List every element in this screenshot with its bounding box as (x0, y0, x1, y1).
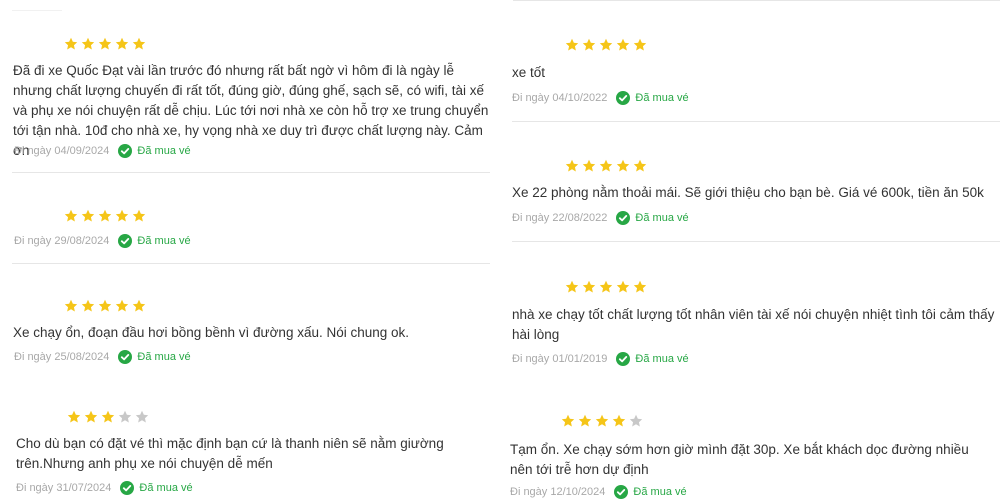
star-icon (81, 209, 95, 223)
star-icon (616, 280, 630, 294)
star-icon (582, 38, 596, 52)
check-circle-icon (118, 350, 133, 364)
star-icon (565, 38, 579, 52)
star-icon (135, 410, 149, 424)
verified-purchase-badge: Đã mua vé (635, 353, 689, 365)
star-icon (64, 37, 78, 51)
trip-date: Đi ngày 01/01/2019 (512, 353, 608, 365)
review-meta: Đi ngày 04/09/2024 Đã mua vé (14, 143, 191, 159)
review-text: nhà xe chạy tốt chất lượng tốt nhân viên… (512, 307, 995, 342)
star-icon (582, 159, 596, 173)
review-meta: Đi ngày 29/08/2024 Đã mua vé (14, 233, 191, 249)
check-circle-icon (118, 144, 133, 158)
star-icon (599, 280, 613, 294)
divider (513, 0, 1000, 1)
divider (12, 263, 490, 264)
trip-date: Đi ngày 25/08/2024 (14, 351, 110, 363)
review-meta: Đi ngày 12/10/2024 Đã mua vé (510, 484, 687, 500)
verified-purchase-badge: Đã mua vé (137, 235, 191, 247)
star-rating (64, 37, 149, 53)
trip-date: Đi ngày 22/08/2022 (512, 212, 608, 224)
star-icon (81, 37, 95, 51)
review-meta: Đi ngày 31/07/2024 Đã mua vé (16, 480, 193, 496)
verified-purchase-badge: Đã mua vé (635, 92, 689, 104)
star-rating (565, 159, 650, 175)
star-icon (616, 38, 630, 52)
check-circle-icon (616, 211, 631, 225)
star-icon (81, 299, 95, 313)
check-circle-icon (614, 485, 629, 499)
check-circle-icon (616, 352, 631, 366)
verified-purchase-badge: Đã mua vé (137, 351, 191, 363)
review-text: xe tốt (512, 65, 546, 80)
star-icon (118, 410, 132, 424)
star-icon (132, 209, 146, 223)
star-icon (101, 410, 115, 424)
star-rating (67, 410, 152, 426)
star-icon (633, 280, 647, 294)
review-text: Xe chạy ổn, đoạn đầu hơi bồng bềnh vì đư… (13, 325, 410, 340)
review-meta: Đi ngày 01/01/2019 Đã mua vé (512, 351, 689, 367)
star-icon (629, 414, 643, 428)
star-icon (115, 299, 129, 313)
check-circle-icon (616, 91, 631, 105)
review-meta: Đi ngày 04/10/2022 Đã mua vé (512, 90, 689, 106)
verified-purchase-badge: Đã mua vé (633, 486, 687, 498)
trip-date: Đi ngày 12/10/2024 (510, 486, 606, 498)
review-meta: Đi ngày 22/08/2022 Đã mua vé (512, 210, 689, 226)
star-icon (612, 414, 626, 428)
check-circle-icon (120, 481, 135, 495)
star-icon (98, 299, 112, 313)
review-text: Cho dù bạn có đặt vé thì mặc định bạn cứ… (16, 436, 444, 471)
star-icon (67, 410, 81, 424)
star-icon (98, 209, 112, 223)
star-icon (582, 280, 596, 294)
star-rating (565, 280, 650, 296)
star-rating (565, 38, 650, 54)
star-icon (64, 299, 78, 313)
review-text: Xe 22 phòng nằm thoải mái. Sẽ giới thiệu… (512, 185, 984, 200)
star-icon (633, 159, 647, 173)
star-icon (64, 209, 78, 223)
star-rating (561, 414, 646, 430)
star-icon (578, 414, 592, 428)
divider (12, 10, 62, 11)
star-icon (115, 209, 129, 223)
divider (12, 172, 490, 173)
star-icon (84, 410, 98, 424)
star-icon (595, 414, 609, 428)
verified-purchase-badge: Đã mua vé (635, 212, 689, 224)
star-icon (633, 38, 647, 52)
verified-purchase-badge: Đã mua vé (139, 482, 193, 494)
star-icon (115, 37, 129, 51)
star-icon (565, 159, 579, 173)
trip-date: Đi ngày 04/10/2022 (512, 92, 608, 104)
divider (512, 241, 1000, 242)
star-icon (599, 38, 613, 52)
review-text: Tạm ổn. Xe chạy sớm hơn giờ mình đặt 30p… (510, 442, 969, 477)
check-circle-icon (118, 234, 133, 248)
trip-date: Đi ngày 31/07/2024 (16, 482, 112, 494)
star-icon (599, 159, 613, 173)
review-meta: Đi ngày 25/08/2024 Đã mua vé (14, 349, 191, 365)
star-icon (565, 280, 579, 294)
verified-purchase-badge: Đã mua vé (137, 145, 191, 157)
trip-date: Đi ngày 29/08/2024 (14, 235, 110, 247)
star-icon (561, 414, 575, 428)
star-rating (64, 299, 149, 315)
trip-date: Đi ngày 04/09/2024 (14, 145, 110, 157)
star-icon (98, 37, 112, 51)
star-icon (132, 299, 146, 313)
divider (512, 121, 1000, 122)
star-icon (616, 159, 630, 173)
star-rating (64, 209, 149, 225)
star-icon (132, 37, 146, 51)
